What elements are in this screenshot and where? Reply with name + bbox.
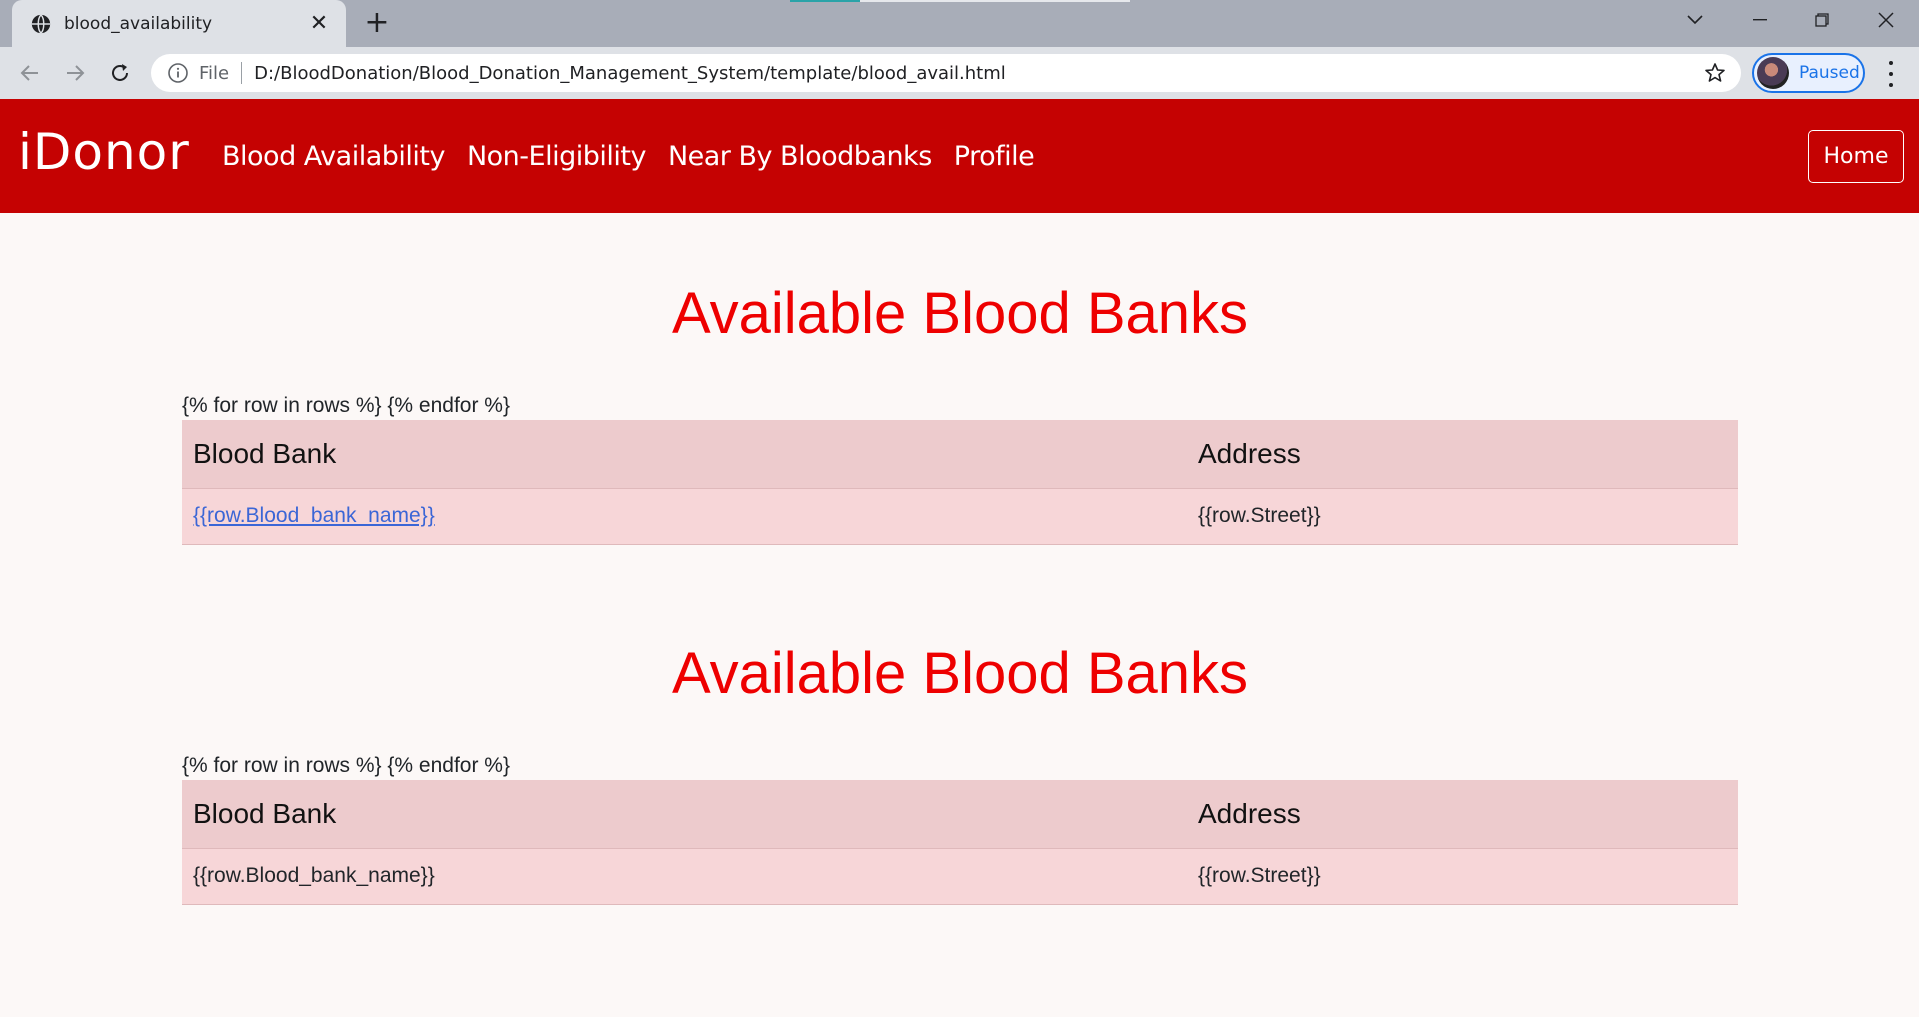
table-header-row: Blood Bank Address — [182, 780, 1738, 849]
site-navbar: iDonor Blood Availability Non-Eligibilit… — [0, 99, 1919, 213]
column-header-address: Address — [1187, 420, 1738, 489]
url-scheme-label: File — [199, 62, 230, 84]
reload-button[interactable] — [104, 57, 136, 89]
table-row: {{row.Blood_bank_name}} {{row.Street}} — [182, 488, 1738, 545]
browser-tab-strip: blood_availability ✕ + — [0, 0, 1919, 47]
page-title: Available Blood Banks — [671, 641, 1249, 706]
menu-kebab-icon[interactable] — [1884, 61, 1898, 87]
profile-status: Paused — [1799, 63, 1860, 83]
avatar — [1757, 57, 1789, 89]
address-bar[interactable]: File D:/BloodDonation/Blood_Donation_Man… — [151, 54, 1741, 92]
tab-title: blood_availability — [64, 13, 213, 34]
blood-bank-link[interactable]: {{row.Blood_bank_name}} — [193, 504, 435, 527]
tab-search-icon[interactable] — [1680, 0, 1710, 40]
tab-close-icon[interactable]: ✕ — [306, 12, 332, 35]
cell-address: {{row.Street}} — [1187, 488, 1738, 545]
blood-banks-section-1: Available Blood Banks {% for row in rows… — [182, 280, 1738, 545]
nav-link-profile[interactable]: Profile — [954, 141, 1035, 172]
tabstrip-accent — [790, 0, 860, 2]
template-loop-text: {% for row in rows %} {% endfor %} — [182, 394, 510, 417]
table-row: {{row.Blood_bank_name}} {{row.Street}} — [182, 848, 1738, 905]
minimize-icon[interactable] — [1740, 0, 1780, 40]
url-text[interactable]: D:/BloodDonation/Blood_Donation_Manageme… — [254, 63, 1703, 84]
column-header-blood-bank: Blood Bank — [182, 420, 1187, 489]
reload-icon — [112, 64, 128, 81]
tabstrip-accent-secondary — [860, 0, 1130, 2]
cell-blood-bank: {{row.Blood_bank_name}} — [182, 488, 1187, 545]
url-separator — [241, 62, 243, 84]
info-icon[interactable] — [167, 62, 189, 84]
home-button[interactable]: Home — [1808, 130, 1904, 183]
nav-links: Blood Availability Non-Eligibility Near … — [222, 99, 1035, 213]
page-title: Available Blood Banks — [671, 281, 1249, 346]
blood-banks-section-2: Available Blood Banks {% for row in rows… — [182, 640, 1738, 905]
table-header-row: Blood Bank Address — [182, 420, 1738, 489]
nav-link-non-eligibility[interactable]: Non-Eligibility — [467, 141, 646, 172]
profile-button[interactable]: Paused — [1752, 53, 1865, 93]
blood-banks-table: Blood Bank Address {{row.Blood_bank_name… — [182, 780, 1738, 905]
arrow-left-icon — [20, 65, 38, 81]
blood-banks-table: Blood Bank Address {{row.Blood_bank_name… — [182, 420, 1738, 545]
browser-toolbar: File D:/BloodDonation/Blood_Donation_Man… — [0, 47, 1919, 99]
cell-address: {{row.Street}} — [1187, 848, 1738, 905]
arrow-right-icon — [67, 65, 85, 81]
new-tab-button[interactable]: + — [362, 8, 392, 39]
back-button[interactable] — [14, 57, 46, 89]
column-header-blood-bank: Blood Bank — [182, 780, 1187, 849]
browser-tab[interactable]: blood_availability ✕ — [12, 0, 346, 47]
bookmark-star-icon[interactable] — [1703, 61, 1727, 85]
globe-icon — [31, 13, 51, 34]
close-window-icon[interactable] — [1866, 0, 1906, 40]
brand-logo[interactable]: iDonor — [18, 123, 190, 181]
nav-link-near-by-bloodbanks[interactable]: Near By Bloodbanks — [668, 141, 932, 172]
template-loop-text: {% for row in rows %} {% endfor %} — [182, 754, 510, 777]
column-header-address: Address — [1187, 780, 1738, 849]
cell-blood-bank: {{row.Blood_bank_name}} — [182, 848, 1187, 905]
forward-button[interactable] — [59, 57, 91, 89]
restore-icon[interactable] — [1802, 0, 1842, 40]
nav-link-blood-availability[interactable]: Blood Availability — [222, 141, 445, 172]
